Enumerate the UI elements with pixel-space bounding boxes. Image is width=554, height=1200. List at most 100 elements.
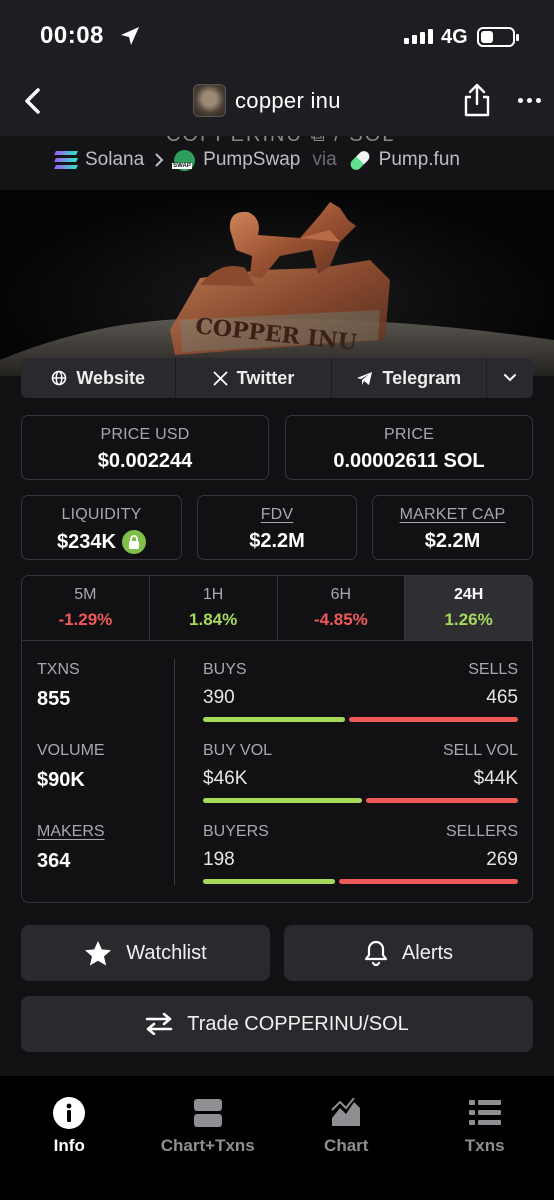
star-icon <box>85 940 112 965</box>
watchlist-button[interactable]: Watchlist <box>21 925 270 981</box>
buy-vol-label: BUY VOL <box>203 742 273 759</box>
bell-icon <box>364 940 388 966</box>
tab-1h[interactable]: 1H 1.84% <box>150 576 278 640</box>
volume-value: $90K <box>37 769 85 791</box>
fdv-label[interactable]: FDV <box>198 506 356 524</box>
txns-value: 855 <box>37 688 71 710</box>
makers-label[interactable]: MAKERS <box>37 823 105 841</box>
pumpswap-icon <box>172 149 196 171</box>
buy-bar <box>203 798 362 803</box>
tab-period: 24H <box>453 586 484 603</box>
sells-label: SELLS <box>468 661 518 678</box>
chevron-down-icon <box>503 374 516 382</box>
market-cap-label[interactable]: MARKET CAP <box>373 506 532 524</box>
nav-label: Txns <box>464 1136 505 1155</box>
price-usd-value: $0.002244 <box>97 450 193 472</box>
buys-label: BUYS <box>203 661 247 678</box>
fdv-card: FDV $2.2M <box>197 495 357 560</box>
tab-5m[interactable]: 5M -1.29% <box>22 576 150 640</box>
nav-txns[interactable]: Txns <box>416 1076 554 1200</box>
token-title-group: copper inu <box>193 84 341 117</box>
list-icon <box>468 1096 501 1130</box>
volume-label: VOLUME <box>37 742 105 759</box>
back-chevron-icon[interactable] <box>18 84 48 118</box>
trade-label: Trade COPPERINU/SOL <box>187 1012 409 1035</box>
nav-label: Info <box>53 1136 85 1155</box>
signal-bars-icon <box>404 29 433 44</box>
tab-6h[interactable]: 6H -4.85% <box>278 576 406 640</box>
globe-icon <box>52 370 67 386</box>
sell-vol-label: SELL VOL <box>442 742 518 759</box>
website-label: Website <box>76 367 145 388</box>
chart-txns-icon <box>193 1096 223 1130</box>
timeframe-stats-panel: 5M -1.29% 1H 1.84% 6H -4.85% 24H 1.26% T… <box>21 575 533 903</box>
volume-stat: VOLUME $90K <box>37 742 105 792</box>
tab-period: 6H <box>330 586 352 603</box>
liquidity-card: LIQUIDITY $234K <box>21 495 182 560</box>
x-logo-icon <box>213 370 228 386</box>
tab-period: 1H <box>202 586 224 603</box>
nav-chart-txns[interactable]: Chart+Txns <box>139 1076 278 1200</box>
nav-info[interactable]: Info <box>0 1076 139 1200</box>
location-arrow-icon <box>121 27 139 45</box>
nav-chart[interactable]: Chart <box>277 1076 416 1200</box>
token-banner-image: COPPER INU <box>0 190 554 376</box>
launchpad-name[interactable]: Pump.fun <box>379 149 460 171</box>
tab-period: 5M <box>74 586 97 603</box>
token-avatar <box>193 84 226 117</box>
sells-value: 465 <box>486 687 518 708</box>
buyers-label: BUYERS <box>203 823 269 840</box>
status-time: 00:08 <box>40 22 104 49</box>
nav-label: Chart+Txns <box>160 1136 255 1155</box>
tab-change: -1.29% <box>58 610 113 629</box>
buyers-ratio-bar <box>203 879 518 884</box>
swap-arrows-icon <box>145 1013 173 1035</box>
pair-info-row: COPPERINU ⧉ / SOL Solana PumpSwap via Pu… <box>0 136 554 190</box>
trade-button[interactable]: Trade COPPERINU/SOL <box>21 996 533 1052</box>
alerts-button[interactable]: Alerts <box>284 925 533 981</box>
tab-change: 1.84% <box>189 610 238 629</box>
tab-change: -4.85% <box>313 610 368 629</box>
tab-24h[interactable]: 24H 1.26% <box>405 576 532 640</box>
liquidity-value: $234K <box>57 530 116 553</box>
makers-value: 364 <box>37 850 71 872</box>
market-cap-value: $2.2M <box>424 530 481 552</box>
more-links-dropdown[interactable] <box>487 358 533 398</box>
buys-sells-ratio-bar <box>203 717 518 722</box>
market-cap-card: MARKET CAP $2.2M <box>372 495 533 560</box>
bottom-navigation: Info Chart+Txns Chart Txns <box>0 1076 554 1200</box>
sell-vol-value: $44K <box>473 768 518 789</box>
makers-stat: MAKERS 364 <box>37 823 105 873</box>
nav-label: Chart <box>324 1136 369 1155</box>
twitter-link[interactable]: Twitter <box>176 358 332 398</box>
copper-dog-statue-illustration: COPPER INU <box>0 202 554 376</box>
info-icon <box>52 1096 86 1130</box>
status-bar: 00:08 4G <box>0 0 554 70</box>
volume-split-stat: BUY VOL SELL VOL $46K $44K <box>203 742 518 803</box>
tab-change: 1.26% <box>444 610 493 629</box>
share-icon[interactable] <box>462 82 492 118</box>
website-link[interactable]: Website <box>21 358 177 398</box>
buys-value: 390 <box>203 687 235 708</box>
dex-name[interactable]: PumpSwap <box>203 149 300 171</box>
twitter-label: Twitter <box>236 367 295 388</box>
battery-icon <box>477 27 519 47</box>
via-label: via <box>312 149 337 170</box>
telegram-icon <box>357 371 373 385</box>
sell-bar <box>338 879 518 884</box>
liquidity-value-row: $234K <box>22 530 181 554</box>
top-header: copper inu <box>0 70 554 136</box>
social-links-bar: Website Twitter Telegram <box>21 358 533 398</box>
lock-icon[interactable] <box>121 530 146 554</box>
txns-label: TXNS <box>37 661 80 678</box>
pair-symbol-cutoff: COPPERINU ⧉ / SOL <box>166 136 395 147</box>
sellers-label: SELLERS <box>445 823 518 840</box>
chain-name[interactable]: Solana <box>85 149 144 171</box>
timeframe-tabs: 5M -1.29% 1H 1.84% 6H -4.85% 24H 1.26% <box>22 576 532 641</box>
price-usd-label: PRICE USD <box>100 426 190 443</box>
price-usd-card: PRICE USD $0.002244 <box>21 415 269 480</box>
network-type: 4G <box>441 26 468 48</box>
telegram-link[interactable]: Telegram <box>332 358 487 398</box>
more-options-icon[interactable] <box>518 98 541 103</box>
sell-bar <box>365 798 518 803</box>
